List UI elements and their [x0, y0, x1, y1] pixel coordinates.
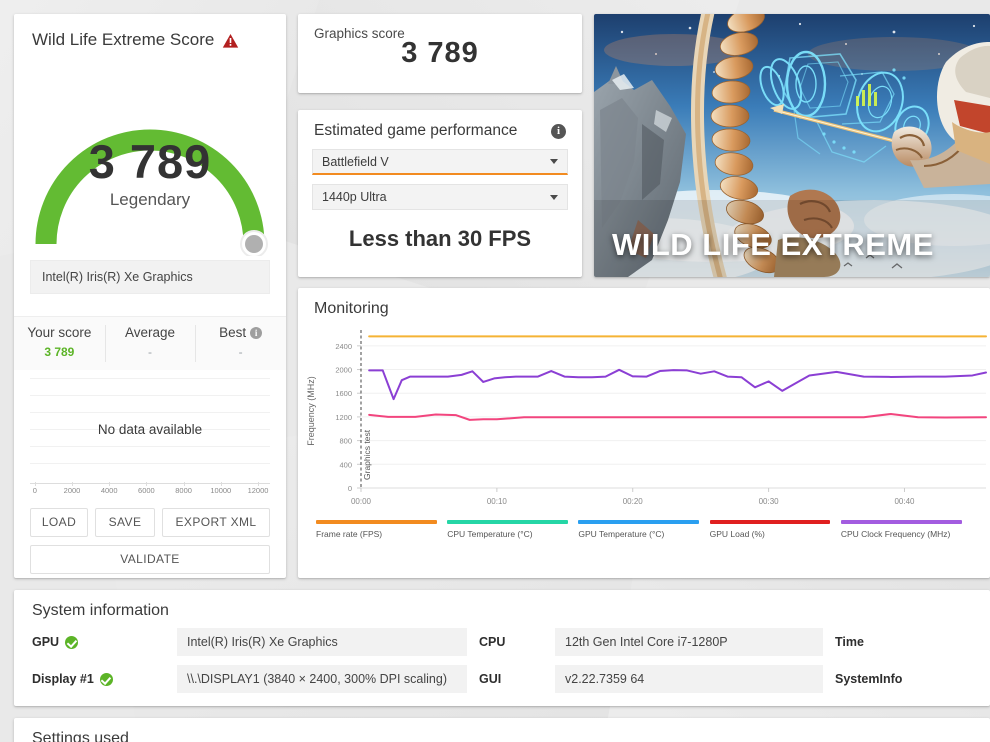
graphics-score-card: Graphics score 3 789 — [298, 14, 582, 93]
game-select-value: Battlefield V — [322, 154, 389, 169]
best-label: Best — [219, 325, 247, 340]
legend-label: CPU Clock Frequency (MHz) — [840, 529, 951, 539]
egp-title: Estimated game performance — [314, 122, 518, 139]
settings-used-title: Settings used — [32, 730, 129, 742]
load-button[interactable]: LOAD — [30, 508, 88, 537]
histogram-tick: 8000 — [175, 486, 192, 495]
score-comparison-header: Your score 3 789 Average - Best i - — [14, 316, 286, 370]
sysinfo-value-gpu: Intel(R) Iris(R) Xe Graphics — [177, 628, 467, 656]
x-axis-tick: 00:10 — [487, 497, 508, 506]
comparison-best: Best i - — [195, 317, 286, 370]
sysinfo-key-display: Display #1 — [32, 672, 177, 686]
average-label: Average — [124, 325, 176, 340]
y-axis-tick: 400 — [339, 460, 352, 469]
average-value: - — [148, 345, 152, 359]
histogram-tick: 6000 — [138, 486, 155, 495]
legend-label: CPU Temperature (°C) — [447, 529, 533, 539]
preset-select-value: 1440p Ultra — [322, 190, 387, 204]
your-score-label: Your score — [27, 325, 92, 340]
histogram-tick: 12000 — [247, 486, 269, 495]
histogram-axis-ticks: 0 2000 4000 6000 8000 10000 12000 — [30, 482, 270, 500]
y-axis-tick: 2400 — [335, 342, 352, 351]
monitoring-card: Monitoring 0 400 800 1200 1600 2000 2400 00:00 0… — [298, 288, 990, 578]
preset-select[interactable]: 1440p Ultra — [312, 184, 568, 210]
comparison-average: Average - — [104, 317, 196, 370]
x-axis-tick: 00:30 — [759, 497, 780, 506]
game-select[interactable]: Battlefield V — [312, 149, 568, 175]
score-card-title: Wild Life Extreme Score — [14, 14, 286, 50]
your-score-value: 3 789 — [44, 345, 75, 359]
histogram-tick: 4000 — [100, 486, 118, 495]
y-axis-label: Frequency (MHz) — [306, 376, 316, 446]
y-axis-tick: 800 — [339, 437, 352, 446]
benchmark-hero-image: WILD LIFE EXTREME — [594, 14, 990, 277]
hero-title: WILD LIFE EXTREME — [612, 227, 934, 262]
settings-used-card: Settings used — [14, 718, 990, 742]
estimated-fps-result: Less than 30 FPS — [348, 226, 532, 251]
chevron-down-icon — [550, 194, 558, 200]
export-xml-button[interactable]: EXPORT XML — [162, 508, 270, 537]
histogram-tick: 2000 — [63, 486, 81, 495]
sysinfo-value-display: \\.\DISPLAY1 (3840 × 2400, 300% DPI scal… — [177, 665, 467, 693]
wild-life-extreme-score-card: Wild Life Extreme Score 3 789 Legendary … — [14, 14, 286, 578]
score-value: 3 789 — [88, 135, 212, 188]
sysinfo-key-label: Display #1 — [32, 672, 94, 686]
score-distribution-histogram: No data available 0 2000 4000 6000 8000 … — [30, 370, 270, 500]
benchmark-results-page: Wild Life Extreme Score 3 789 Legendary … — [0, 0, 990, 742]
legend-label: Frame rate (FPS) — [316, 529, 383, 539]
sysinfo-key-cpu: CPU — [479, 635, 506, 649]
monitoring-chart: 0 400 800 1200 1600 2000 2400 00:00 00:10 00:20 00… — [298, 326, 990, 516]
y-axis-tick: 0 — [348, 484, 352, 493]
sysinfo-key-time: Time — [835, 635, 864, 649]
x-axis-tick: 00:20 — [623, 497, 644, 506]
score-rating-label: Legendary — [109, 190, 191, 209]
hero-artwork: WILD LIFE EXTREME — [594, 14, 990, 277]
score-gpu-name: Intel(R) Iris(R) Xe Graphics — [30, 260, 270, 294]
x-axis-tick: 00:40 — [894, 497, 915, 506]
legend-label: GPU Temperature (°C) — [578, 529, 665, 539]
histogram-tick: 0 — [32, 486, 37, 495]
sysinfo-key-systeminfo: SystemInfo — [835, 672, 903, 686]
y-axis-tick: 1600 — [335, 389, 352, 398]
info-icon[interactable]: i — [250, 326, 263, 339]
y-axis-tick: 1200 — [335, 413, 352, 422]
score-title-text: Wild Life Extreme Score — [32, 30, 215, 49]
sysinfo-key-label: GPU — [32, 635, 60, 649]
graphics-score-value: 3 789 — [401, 37, 479, 69]
estimated-game-performance-card: Estimated game performance i Battlefield… — [298, 110, 582, 277]
sysinfo-value-cpu: 12th Gen Intel Core i7-1280P — [555, 628, 823, 656]
check-circle-icon — [65, 635, 79, 649]
system-information-title: System information — [32, 602, 169, 619]
sysinfo-key-gpu: GPU — [32, 635, 177, 649]
sysinfo-value-gui: v2.22.7359 64 — [555, 665, 823, 693]
system-information-card: System information GPU Intel(R) Iris(R) … — [14, 590, 990, 706]
monitoring-title: Monitoring — [314, 300, 389, 317]
x-axis-tick: 00:00 — [351, 497, 372, 506]
histogram-empty-text: No data available — [97, 422, 203, 437]
legend-label: GPU Load (%) — [709, 529, 765, 539]
save-button[interactable]: SAVE — [95, 508, 155, 537]
warning-triangle-icon[interactable] — [222, 33, 239, 49]
comparison-your-score: Your score 3 789 — [14, 317, 105, 370]
sysinfo-key-gui: GUI — [479, 672, 502, 686]
info-icon[interactable]: i — [551, 123, 566, 139]
best-value: - — [238, 345, 243, 359]
y-axis-tick: 2000 — [335, 366, 352, 375]
validate-button[interactable]: VALIDATE — [30, 545, 270, 574]
chevron-down-icon — [550, 159, 558, 164]
graphics-test-marker-label: Graphics test — [362, 429, 372, 480]
check-circle-icon — [99, 672, 113, 686]
system-information-grid: GPU Intel(R) Iris(R) Xe Graphics CPU 12t… — [14, 620, 990, 693]
histogram-tick: 10000 — [210, 486, 232, 495]
score-gauge: 3 789 Legendary — [14, 56, 286, 256]
result-action-buttons: LOAD SAVE EXPORT XML — [30, 508, 270, 537]
chart-series-cpu-clock-frequency-mhz — [368, 368, 987, 401]
egp-header: Estimated game performance i — [298, 110, 582, 140]
